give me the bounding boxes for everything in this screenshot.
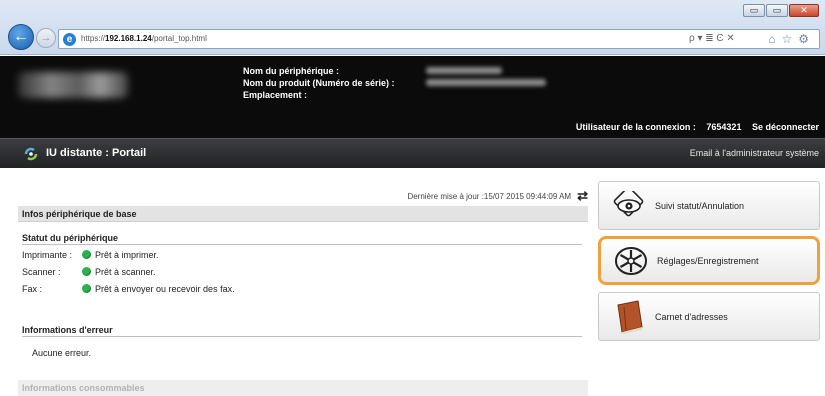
status-row-fax: Fax : Prêt à envoyer ou recevoir des fax… xyxy=(22,280,582,297)
portal-title-bar: IU distante : Portail Email à l'administ… xyxy=(0,138,825,168)
status-monitor-button[interactable]: Suivi statut/Annulation xyxy=(598,181,820,230)
settings-registration-button[interactable]: Réglages/Enregistrement xyxy=(598,236,820,285)
product-name-value-redacted xyxy=(426,79,546,86)
last-update: Dernière mise à jour :15/07 2015 09:44:0… xyxy=(407,188,588,204)
close-window-button[interactable]: ✕ xyxy=(789,4,819,17)
url-path: /portal_top.html xyxy=(151,34,207,43)
arrow-right-icon: → xyxy=(40,32,52,44)
login-user-line: Utilisateur de la connexion : 7654321 Se… xyxy=(568,122,819,132)
status-value: Prêt à envoyer ou recevoir des fax. xyxy=(95,283,235,294)
tools-gear-icon[interactable]: ⚙ xyxy=(798,32,815,46)
refresh-icon[interactable]: ⇄ xyxy=(577,188,588,204)
url-host: 192.168.1.24 xyxy=(105,34,152,43)
login-user-label: Utilisateur de la connexion : xyxy=(575,122,696,132)
status-ok-icon xyxy=(82,284,91,293)
address-url[interactable]: https://192.168.1.24/portal_top.html xyxy=(81,34,207,43)
device-status-title: Statut du périphérique xyxy=(22,233,582,245)
address-book-button[interactable]: Carnet d'adresses xyxy=(598,292,820,341)
status-label: Fax : xyxy=(22,283,43,294)
last-update-text: Dernière mise à jour :15/07 2015 09:44:0… xyxy=(407,191,572,201)
status-label: Scanner : xyxy=(22,266,61,277)
browser-chrome: ▭ ▭ ✕ ← → e https://192.168.1.24/portal_… xyxy=(0,0,825,55)
error-info-title: Informations d'erreur xyxy=(22,325,582,337)
status-value: Prêt à imprimer. xyxy=(95,249,159,260)
location-label: Emplacement : xyxy=(243,90,308,100)
status-value: Prêt à scanner. xyxy=(95,266,156,277)
maximize-button[interactable]: ▭ xyxy=(766,4,788,17)
login-user-id: 7654321 xyxy=(706,122,742,132)
forward-button[interactable]: → xyxy=(36,28,56,48)
window-controls: ▭ ▭ ✕ xyxy=(743,4,819,17)
settings-registration-label: Réglages/Enregistrement xyxy=(657,255,759,266)
device-status-list: Imprimante : Prêt à imprimer. Scanner : … xyxy=(22,246,582,297)
device-info-panel: Dernière mise à jour :15/07 2015 09:44:0… xyxy=(18,175,588,396)
error-info-text: Aucune erreur. xyxy=(32,348,92,358)
address-bar[interactable]: e https://192.168.1.24/portal_top.html ρ… xyxy=(58,29,820,49)
favorites-star-icon[interactable]: ☆ xyxy=(781,32,798,46)
page-title: IU distante : Portail xyxy=(46,147,147,159)
browser-toolbar-icons[interactable]: ⌂☆⚙ xyxy=(768,32,815,46)
url-prefix: https:// xyxy=(81,34,106,43)
remote-ui-icon xyxy=(24,147,38,161)
address-book-label: Carnet d'adresses xyxy=(655,311,728,322)
home-icon[interactable]: ⌂ xyxy=(768,32,781,46)
status-ok-icon xyxy=(82,267,91,276)
section-basic-info: Infos périphérique de base xyxy=(18,206,588,222)
device-header: Nom du périphérique : Nom du produit (Nu… xyxy=(0,56,825,138)
logout-link[interactable]: Se déconnecter xyxy=(752,122,819,132)
address-book-icon xyxy=(609,297,649,337)
section-consumables: Informations consommables xyxy=(18,380,588,396)
device-name-label: Nom du périphérique : xyxy=(243,66,340,76)
status-ok-icon xyxy=(82,250,91,259)
email-admin-link[interactable]: Email à l'administrateur système xyxy=(690,148,819,158)
status-row-scanner: Scanner : Prêt à scanner. xyxy=(22,263,582,280)
back-button[interactable]: ← xyxy=(8,24,34,50)
product-name-label: Nom du produit (Numéro de série) : xyxy=(243,78,395,88)
brand-logo xyxy=(18,72,128,98)
address-tools[interactable]: ρ ▾ ≣ Ͼ ✕ xyxy=(689,33,735,44)
eye-icon xyxy=(609,186,649,226)
status-monitor-label: Suivi statut/Annulation xyxy=(655,200,745,211)
ie-icon: e xyxy=(63,33,76,46)
settings-icon xyxy=(611,241,651,281)
status-label: Imprimante : xyxy=(22,249,73,260)
device-info: Nom du périphérique : Nom du produit (Nu… xyxy=(243,65,546,101)
minimize-button[interactable]: ▭ xyxy=(743,4,765,17)
status-row-printer: Imprimante : Prêt à imprimer. xyxy=(22,246,582,263)
arrow-left-icon: ← xyxy=(13,28,29,45)
device-name-value-redacted xyxy=(426,67,502,74)
